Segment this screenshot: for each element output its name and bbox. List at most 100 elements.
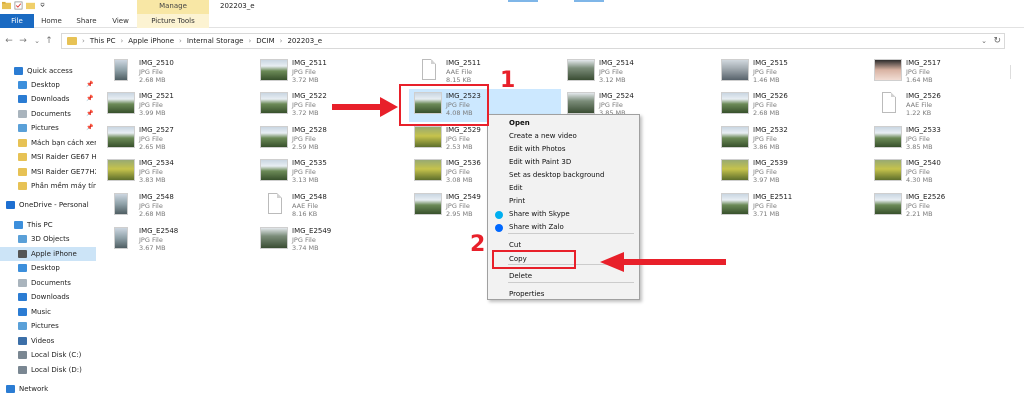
file-name: IMG_2549 (446, 193, 481, 201)
annotation-arrow-left-icon (600, 252, 726, 272)
pin-icon: 📌 (86, 95, 94, 102)
file-size: 3.08 MB (446, 176, 473, 184)
sidebar-item-pictures[interactable]: Pictures 📌 (0, 121, 96, 135)
file-item[interactable]: IMG_E2511 JPG File 3.71 MB (721, 193, 871, 223)
annotation-number-2: 2 (470, 232, 486, 257)
sidebar-item-label: Downloads (31, 95, 70, 103)
sidebar-item-downloads[interactable]: Downloads (0, 290, 96, 304)
chevron-down-icon[interactable]: ⌄ (981, 34, 987, 48)
menu-item-open[interactable]: Open (489, 117, 639, 130)
refresh-icon[interactable]: ↻ (993, 34, 1001, 48)
file-item[interactable]: IMG_2527 JPG File 2.65 MB (107, 126, 257, 156)
sidebar-item-network[interactable]: Network (0, 382, 96, 396)
sidebar-item-local-disk-d[interactable]: Local Disk (D:) (0, 363, 96, 377)
file-name: IMG_2536 (446, 159, 481, 167)
breadcrumb-current-folder[interactable]: 202203_e (287, 34, 322, 48)
sidebar-item-onedrive-personal[interactable]: OneDrive - Personal (0, 198, 96, 212)
file-item[interactable]: IMG_2539 JPG File 3.97 MB (721, 159, 871, 189)
file-size: 2.68 MB (753, 109, 780, 117)
manage-tab-header[interactable]: Manage (137, 0, 209, 14)
sidebar-item-label: Downloads (31, 293, 70, 301)
chevron-down-icon[interactable] (38, 1, 47, 10)
new-folder-icon[interactable] (26, 1, 35, 10)
up-arrow-icon[interactable]: ↑ (44, 35, 54, 47)
folder-icon (18, 168, 27, 176)
sidebar-item-this-pc[interactable]: This PC (0, 218, 96, 232)
sidebar-item-msi-raider-ge67-hx[interactable]: MSI Raider GE67 HX (0, 150, 96, 164)
sidebar-item-3d-objects[interactable]: 3D Objects (0, 232, 96, 246)
breadcrumb-separator: › (179, 37, 182, 45)
tab-share[interactable]: Share (69, 14, 104, 28)
file-item[interactable]: IMG_2535 JPG File 3.13 MB (260, 159, 410, 189)
breadcrumb-internal-storage[interactable]: Internal Storage (187, 34, 244, 48)
menu-item-edit[interactable]: Edit (489, 182, 639, 195)
sidebar-item-label: Documents (31, 110, 71, 118)
zalo-icon (495, 224, 503, 232)
file-item[interactable]: IMG_2515 JPG File 1.46 MB (721, 59, 871, 89)
file-item[interactable]: IMG_2521 JPG File 3.99 MB (107, 92, 257, 122)
sidebar-item-label: This PC (27, 221, 53, 229)
sidebar-item-documents[interactable]: Documents (0, 276, 96, 290)
menu-item-label: Create a new video (509, 132, 577, 140)
menu-item-set-as-desktop-background[interactable]: Set as desktop background (489, 169, 639, 182)
file-item[interactable]: IMG_2528 JPG File 2.59 MB (260, 126, 410, 156)
sidebar-item-quick-access[interactable]: Quick access (0, 64, 96, 78)
file-name: IMG_2522 (292, 92, 327, 100)
file-item[interactable]: IMG_2540 JPG File 4.30 MB (874, 159, 1024, 189)
back-arrow-icon[interactable]: ← (4, 35, 14, 47)
file-item[interactable]: IMG_E2549 JPG File 3.74 MB (260, 227, 410, 257)
breadcrumb-dcim[interactable]: DCIM (256, 34, 274, 48)
file-item[interactable]: IMG_2526 AAE File 1.22 KB (874, 92, 1024, 122)
forward-arrow-icon[interactable]: → (18, 35, 28, 47)
file-item[interactable]: IMG_E2548 JPG File 3.67 MB (107, 227, 257, 257)
tab-view[interactable]: View (104, 14, 137, 28)
file-item[interactable]: IMG_E2526 JPG File 2.21 MB (874, 193, 1024, 223)
file-item[interactable]: IMG_2514 JPG File 3.12 MB (567, 59, 717, 89)
sidebar-item-m-ch-b-n-c-ch-xem[interactable]: Mách bạn cách xem (0, 136, 96, 150)
sidebar-item-downloads[interactable]: Downloads 📌 (0, 92, 96, 106)
menu-item-edit-with-paint-3d[interactable]: Edit with Paint 3D (489, 156, 639, 169)
file-name: IMG_2524 (599, 92, 634, 100)
sidebar-item-videos[interactable]: Videos (0, 334, 96, 348)
file-item[interactable]: IMG_2517 JPG File 1.64 MB (874, 59, 1024, 89)
file-item[interactable]: IMG_2510 JPG File 2.68 MB (107, 59, 257, 89)
menu-item-create-a-new-video[interactable]: Create a new video (489, 130, 639, 143)
sidebar-item-desktop[interactable]: Desktop (0, 261, 96, 275)
sidebar-item-music[interactable]: Music (0, 305, 96, 319)
tab-file[interactable]: File (0, 14, 34, 28)
file-item[interactable]: IMG_2548 AAE File 8.16 KB (260, 193, 410, 223)
file-name: IMG_2535 (292, 159, 327, 167)
sidebar-item-label: Documents (31, 279, 71, 287)
file-item[interactable]: IMG_2548 JPG File 2.68 MB (107, 193, 257, 223)
recent-locations-chevron-icon[interactable]: ⌄ (32, 35, 42, 47)
sidebar-item-local-disk-c[interactable]: Local Disk (C:) (0, 348, 96, 362)
tab-home[interactable]: Home (34, 14, 69, 28)
sidebar-item-msi-raider-ge77hx[interactable]: MSI Raider GE77HX (0, 165, 96, 179)
sidebar-item-pictures[interactable]: Pictures (0, 319, 96, 333)
properties-check-icon[interactable] (14, 1, 23, 10)
menu-item-print[interactable]: Print (489, 195, 639, 208)
breadcrumb-this-pc[interactable]: This PC (90, 34, 116, 48)
sidebar-item-documents[interactable]: Documents 📌 (0, 107, 96, 121)
sidebar-item-apple-iphone[interactable]: Apple iPhone (0, 247, 96, 261)
file-item[interactable]: IMG_2511 JPG File 3.72 MB (260, 59, 410, 89)
sidebar-item-label: Apple iPhone (31, 250, 77, 258)
file-item[interactable]: IMG_2534 JPG File 3.83 MB (107, 159, 257, 189)
menu-item-share-with-skype[interactable]: Share with Skype (489, 208, 639, 221)
file-item[interactable]: IMG_2533 JPG File 3.85 MB (874, 126, 1024, 156)
tab-picture-tools[interactable]: Picture Tools (137, 14, 209, 28)
breadcrumb-apple-iphone[interactable]: Apple iPhone (128, 34, 174, 48)
menu-item-properties[interactable]: Properties (489, 288, 639, 301)
file-item[interactable]: IMG_2532 JPG File 3.86 MB (721, 126, 871, 156)
menu-item-edit-with-photos[interactable]: Edit with Photos (489, 143, 639, 156)
file-item[interactable]: IMG_2526 JPG File 2.68 MB (721, 92, 871, 122)
window-title: 202203_e (220, 2, 255, 10)
address-bar[interactable]: › This PC › Apple iPhone › Internal Stor… (61, 33, 1005, 49)
sidebar-item-ph-n-m-m-m-y-t-nh[interactable]: Phần mềm máy tính (0, 179, 96, 193)
folder-icon[interactable] (2, 1, 11, 10)
image-thumbnail (114, 59, 128, 81)
file-size: 3.83 MB (139, 176, 166, 184)
computer-icon (14, 221, 23, 229)
sidebar-item-desktop[interactable]: Desktop 📌 (0, 78, 96, 92)
navigation-bar: ← → ⌄ ↑ › This PC › Apple iPhone › Inter… (0, 31, 1024, 79)
